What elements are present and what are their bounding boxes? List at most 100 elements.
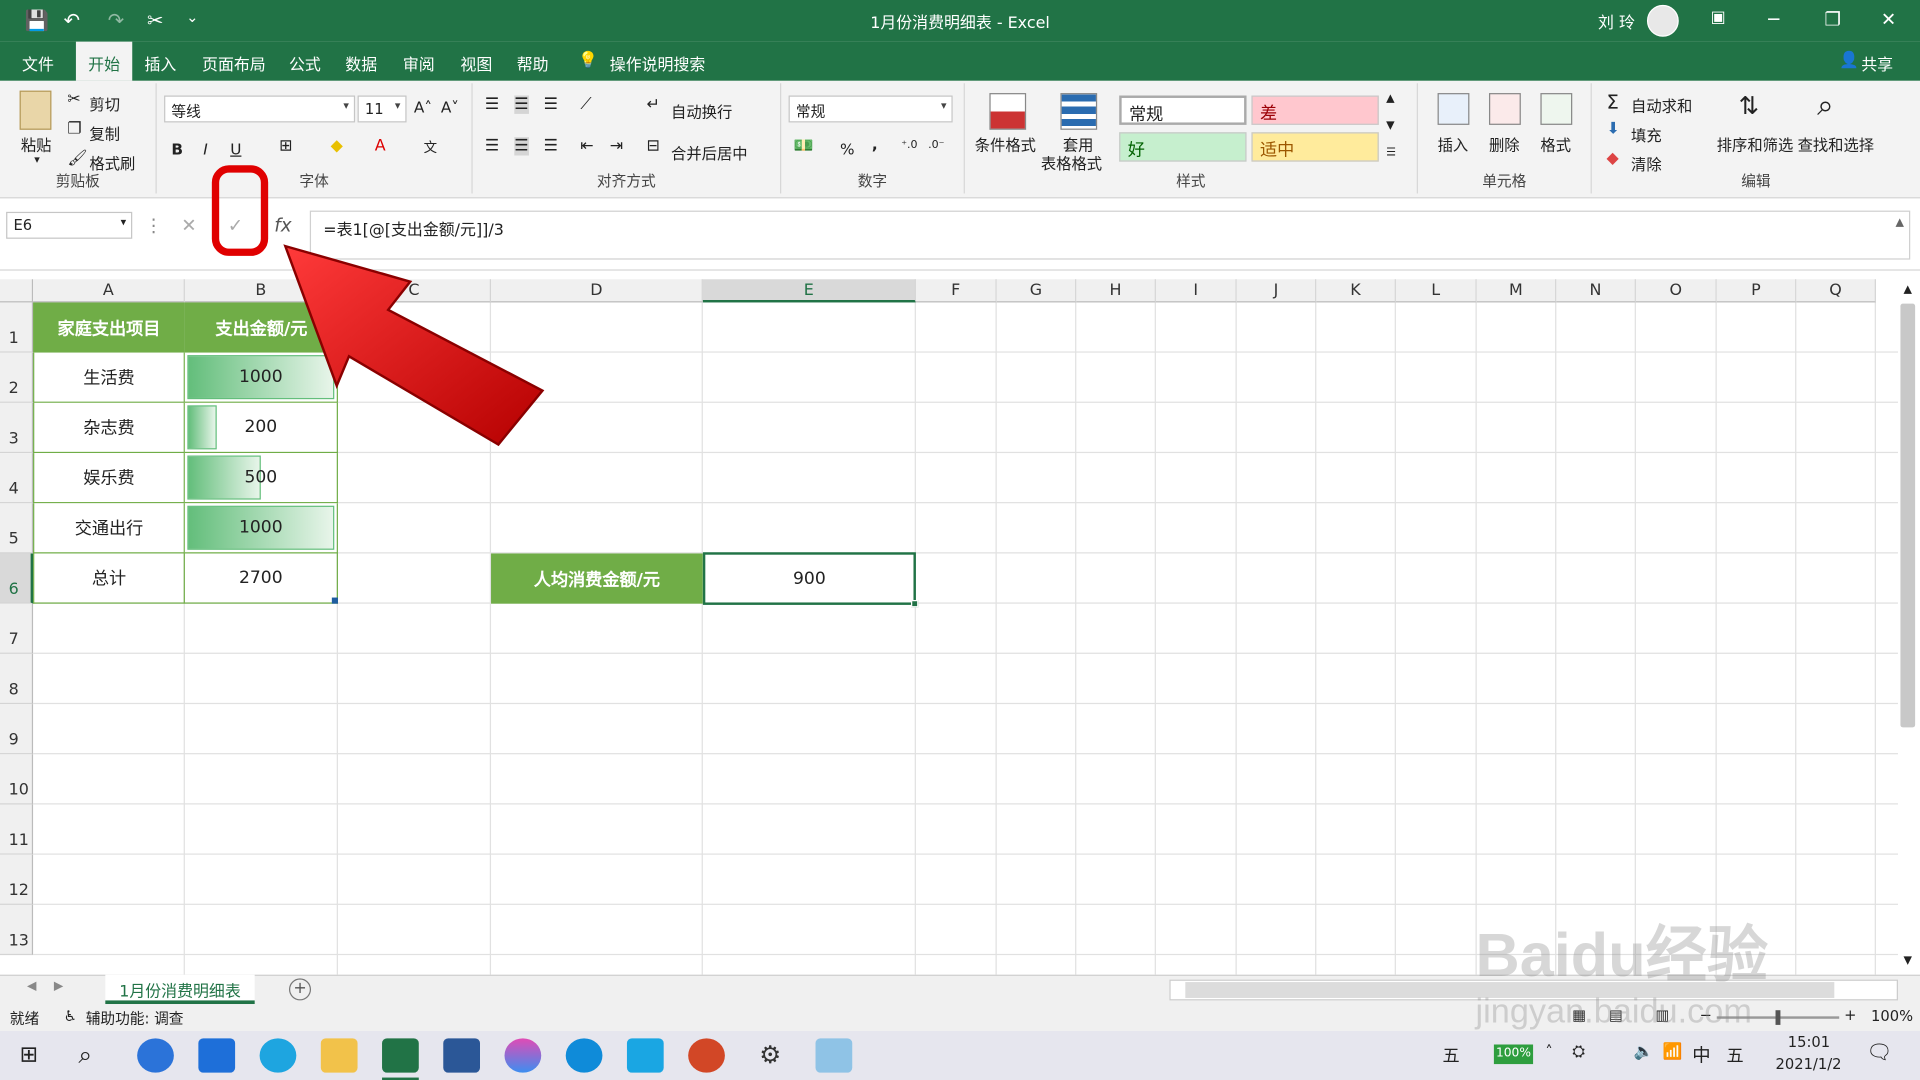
start-icon[interactable]: ⊞ (20, 1042, 38, 1068)
styles-scroll-up-icon[interactable]: ▲ (1386, 93, 1394, 105)
next-sheet-icon[interactable]: ▶ (54, 980, 63, 993)
table-cell-amount[interactable]: 1000 (184, 503, 338, 554)
table-header-item[interactable]: 家庭支出项目 (33, 302, 185, 353)
number-format-select[interactable]: 常规 ▾ (788, 95, 953, 123)
row-header-13[interactable]: 13 (0, 904, 34, 956)
tab-file[interactable]: 文件 (22, 51, 54, 74)
avatar[interactable] (1646, 4, 1679, 37)
search-icon[interactable]: ⌕ (78, 1040, 92, 1069)
minimize-icon[interactable]: ─ (1768, 9, 1779, 31)
styles-scroll-down-icon[interactable]: ▼ (1386, 120, 1394, 132)
bold-button[interactable]: B (171, 140, 183, 158)
column-header-q[interactable]: Q (1796, 279, 1876, 303)
increase-decimal-icon[interactable]: ⁺.0 (901, 140, 917, 152)
file-explorer-icon[interactable] (320, 1038, 358, 1073)
tab-data[interactable]: 数据 (345, 51, 377, 74)
notification-icon[interactable]: 🗨 (1866, 1041, 1892, 1065)
add-sheet-icon[interactable]: + (288, 978, 312, 1001)
close-icon[interactable]: ✕ (1881, 9, 1896, 31)
prev-sheet-icon[interactable]: ◀ (27, 980, 36, 993)
font-name-select[interactable]: 等线 ▾ (164, 95, 356, 123)
align-right-icon[interactable]: ☰ (544, 137, 558, 155)
row-header-12[interactable]: 12 (0, 854, 34, 905)
wifi-icon[interactable]: 📶 (1663, 1043, 1683, 1061)
app-blue-icon[interactable] (626, 1038, 664, 1073)
wrap-text-icon[interactable]: ↵ (647, 96, 660, 114)
edge-icon[interactable] (565, 1038, 603, 1073)
restore-icon[interactable]: ❐ (1825, 9, 1841, 31)
sort-filter-icon[interactable]: ⇅ (1739, 91, 1760, 120)
column-header-i[interactable]: I (1155, 279, 1237, 303)
tab-help[interactable]: 帮助 (517, 51, 549, 74)
tell-me-search[interactable]: 操作说明搜索 (610, 51, 706, 74)
name-box[interactable]: E6 ▾ (6, 211, 133, 239)
expand-formula-icon[interactable]: ▲ (1896, 217, 1904, 229)
vertical-scroll-thumb[interactable] (1900, 303, 1916, 728)
format-painter-icon[interactable]: 🖌 (67, 149, 87, 167)
zoom-level[interactable]: 100% (1871, 1008, 1913, 1025)
find-select-button[interactable]: 查找和选择 (1798, 132, 1875, 155)
tab-insert[interactable]: 插入 (144, 51, 176, 74)
tray-chevron-icon[interactable]: ˄ (1545, 1043, 1552, 1060)
insert-cells-button[interactable]: 插入 (1438, 132, 1469, 155)
network-icon[interactable]: ⛭ (1572, 1043, 1585, 1061)
font-color-icon[interactable]: A (375, 137, 386, 155)
table-cell-item[interactable]: 娱乐费 (33, 453, 185, 504)
grow-font-button[interactable]: A˄ (414, 98, 432, 116)
borders-icon[interactable]: ⊞ (279, 137, 292, 155)
scroll-down-icon[interactable]: ▼ (1899, 955, 1916, 972)
increase-indent-icon[interactable]: ⇥ (610, 137, 623, 155)
powerpoint-taskbar-icon[interactable] (688, 1038, 725, 1073)
table-cell-item[interactable]: 杂志费 (33, 402, 185, 454)
format-cells-button[interactable]: 格式 (1540, 132, 1571, 155)
table-cell-amount[interactable]: 500 (184, 453, 338, 504)
app-tablet-icon[interactable] (815, 1038, 853, 1073)
merge-center-button[interactable]: 合并后居中 (671, 141, 748, 164)
ie-browser-icon[interactable] (259, 1038, 297, 1073)
insert-function-icon[interactable]: fx (274, 214, 291, 236)
percent-button[interactable]: % (840, 140, 855, 158)
row-header-6[interactable]: 6 (0, 553, 34, 604)
align-bottom-icon[interactable]: ☰ (544, 96, 558, 114)
format-cells-icon[interactable] (1540, 93, 1573, 125)
column-header-f[interactable]: F (915, 279, 997, 303)
fill-color-icon[interactable]: ◆ (331, 137, 343, 155)
sort-filter-button[interactable]: 排序和筛选 (1717, 132, 1794, 155)
share-button[interactable]: 共享 (1861, 51, 1893, 74)
accessibility-icon[interactable]: ♿ (64, 1008, 77, 1025)
wrap-text-button[interactable]: 自动换行 (671, 99, 732, 122)
row-header-1[interactable]: 1 (0, 302, 34, 353)
delete-cells-button[interactable]: 删除 (1489, 132, 1520, 155)
row-header-8[interactable]: 8 (0, 653, 34, 705)
select-all-corner[interactable] (0, 279, 34, 303)
underline-button[interactable]: U (230, 140, 241, 158)
conditional-format-button[interactable]: 条件格式 (975, 132, 1036, 155)
tab-page-layout[interactable]: 页面布局 (202, 51, 266, 74)
conditional-format-icon[interactable] (989, 93, 1027, 130)
volume-icon[interactable]: 🔈 (1633, 1043, 1653, 1061)
row-header-3[interactable]: 3 (0, 402, 34, 454)
delete-cells-icon[interactable] (1488, 93, 1521, 125)
tab-formulas[interactable]: 公式 (289, 51, 321, 74)
paint-app-icon[interactable] (504, 1038, 542, 1073)
column-header-h[interactable]: H (1076, 279, 1156, 303)
fill-button[interactable]: 填充 (1631, 122, 1662, 145)
excel-taskbar-icon[interactable] (382, 1038, 419, 1073)
column-header-l[interactable]: L (1395, 279, 1477, 303)
align-center-icon[interactable]: ☰ (514, 137, 529, 156)
copy-icon[interactable]: ❐ (67, 120, 81, 138)
column-header-m[interactable]: M (1476, 279, 1557, 303)
font-size-select[interactable]: 11 ▾ (357, 95, 407, 123)
decrease-indent-icon[interactable]: ⇤ (580, 137, 593, 155)
decrease-decimal-icon[interactable]: .0⁻ (928, 140, 944, 152)
copy-button[interactable]: 复制 (89, 121, 120, 144)
paste-button[interactable]: 粘贴 (21, 132, 52, 155)
shrink-font-button[interactable]: A˅ (441, 98, 459, 116)
battery-indicator[interactable]: 100% (1493, 1044, 1534, 1065)
column-header-e[interactable]: E (702, 279, 916, 303)
cut-icon[interactable]: ✂ (67, 91, 80, 109)
table-cell-item[interactable]: 交通出行 (33, 503, 185, 554)
currency-icon[interactable]: 💵 (793, 137, 813, 155)
row-header-10[interactable]: 10 (0, 754, 34, 805)
accessibility-status[interactable]: 辅助功能: 调查 (86, 1008, 184, 1029)
